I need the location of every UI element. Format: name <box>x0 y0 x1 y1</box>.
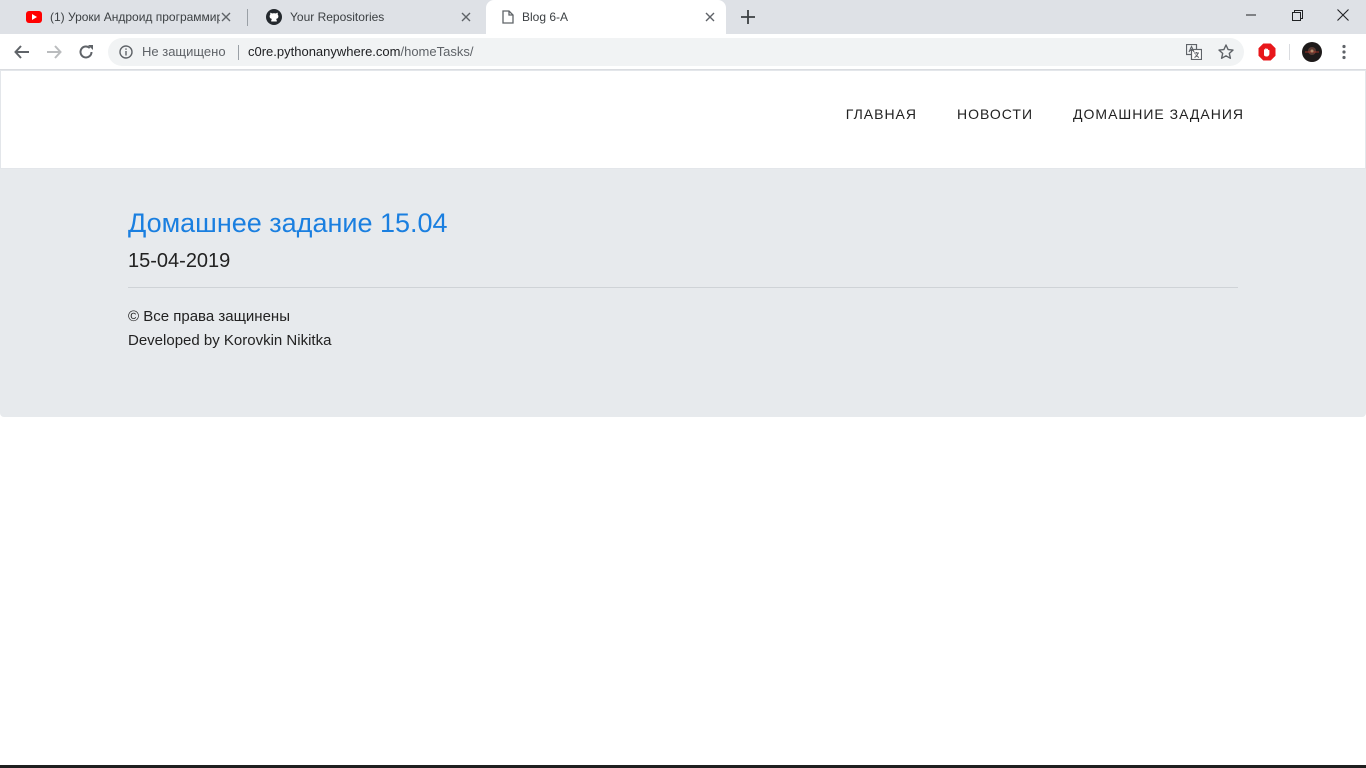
reload-button[interactable] <box>72 38 100 66</box>
restore-button[interactable] <box>1274 0 1320 30</box>
nav-link-news[interactable]: НОВОСТИ <box>957 105 1033 123</box>
menu-icon[interactable] <box>1334 42 1354 62</box>
translate-icon[interactable] <box>1186 44 1202 60</box>
nav-link-home[interactable]: ГЛАВНАЯ <box>846 105 917 123</box>
tab-blog[interactable]: Blog 6-A <box>486 0 726 34</box>
post-date: 15-04-2019 <box>128 250 231 272</box>
page-icon <box>500 9 516 25</box>
footer-developer: Developed by Korovkin Nikitka <box>128 332 332 349</box>
footer-copyright: © Все права защинены <box>128 308 290 325</box>
url-path: /homeTasks/ <box>400 44 474 59</box>
post-title-link[interactable]: Домашнее задание 15.04 <box>128 207 448 239</box>
minimize-button[interactable] <box>1228 0 1274 30</box>
url-host: c0re.pythonanywhere.com <box>248 44 401 59</box>
url-text[interactable]: c0re.pythonanywhere.com/homeTasks/ <box>248 44 473 60</box>
toolbar-divider <box>1289 44 1290 60</box>
site-header: ГЛАВНАЯ НОВОСТИ ДОМАШНИЕ ЗАДАНИЯ <box>0 70 1366 169</box>
security-label[interactable]: Не защищено <box>142 44 226 60</box>
bookmark-star-icon[interactable] <box>1218 44 1234 60</box>
content-area: Домашнее задание 15.04 15-04-2019 © Все … <box>0 169 1366 417</box>
close-window-button[interactable] <box>1320 0 1366 30</box>
close-icon[interactable] <box>458 9 474 25</box>
profile-avatar[interactable] <box>1302 42 1322 62</box>
new-tab-button[interactable] <box>736 6 760 28</box>
tab-title: (1) Уроки Андроид программир <box>50 10 220 24</box>
forward-button[interactable] <box>40 38 68 66</box>
tab-github[interactable]: Your Repositories <box>246 0 484 34</box>
info-icon[interactable] <box>118 44 134 60</box>
tab-strip: (1) Уроки Андроид программир Your Reposi… <box>0 0 1366 34</box>
youtube-icon <box>26 9 42 25</box>
back-button[interactable] <box>8 38 36 66</box>
browser-toolbar: Не защищено c0re.pythonanywhere.com/home… <box>0 34 1366 70</box>
omnibox-divider <box>238 45 239 60</box>
close-icon[interactable] <box>218 9 234 25</box>
tab-youtube[interactable]: (1) Уроки Андроид программир <box>6 0 244 34</box>
tab-title: Your Repositories <box>290 10 385 24</box>
adblock-extension-icon[interactable] <box>1257 42 1277 62</box>
tab-title: Blog 6-A <box>522 10 569 24</box>
nav-link-homework[interactable]: ДОМАШНИЕ ЗАДАНИЯ <box>1073 105 1244 123</box>
divider <box>128 287 1238 288</box>
address-bar[interactable]: Не защищено c0re.pythonanywhere.com/home… <box>108 38 1244 66</box>
web-page: ГЛАВНАЯ НОВОСТИ ДОМАШНИЕ ЗАДАНИЯ Домашне… <box>0 70 1366 768</box>
site-nav: ГЛАВНАЯ НОВОСТИ ДОМАШНИЕ ЗАДАНИЯ <box>846 105 1244 123</box>
close-icon[interactable] <box>702 9 718 25</box>
github-icon <box>266 9 282 25</box>
